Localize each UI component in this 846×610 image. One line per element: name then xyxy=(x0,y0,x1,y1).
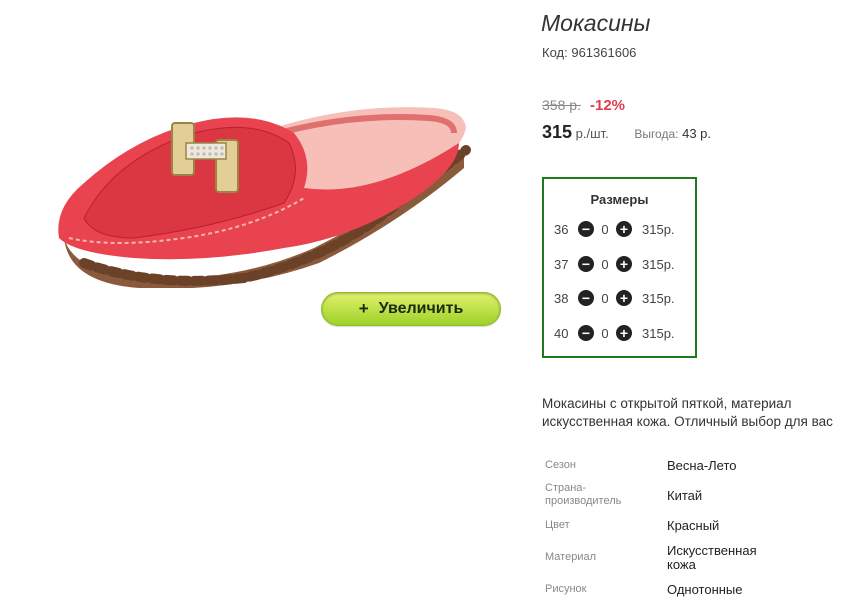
size-value: 40 xyxy=(554,325,569,341)
shoe-illustration xyxy=(58,107,471,289)
old-price: 358 р. xyxy=(542,97,581,113)
property-value: Весна-Лето xyxy=(667,458,737,473)
price-row: 315 р./шт. Выгода: 43 р. xyxy=(542,122,711,143)
product-code-label: Код: xyxy=(542,45,568,60)
minus-icon[interactable]: − xyxy=(578,325,594,341)
sizes-panel: Размеры 36 − 0 + 315р. 37 − 0 + 315р. 38… xyxy=(542,177,697,358)
minus-icon[interactable]: − xyxy=(578,290,594,306)
property-label: Материал xyxy=(545,551,596,563)
plus-icon[interactable]: + xyxy=(616,325,632,341)
property-value: Китай xyxy=(667,488,703,503)
quantity-value: 0 xyxy=(601,221,609,237)
size-price: 315р. xyxy=(642,221,675,237)
property-value: Однотонные xyxy=(667,582,743,597)
quantity-value: 0 xyxy=(601,325,609,341)
plus-icon[interactable]: + xyxy=(616,221,632,237)
size-value: 37 xyxy=(554,256,569,272)
size-row: 37 − 0 + 315р. xyxy=(554,254,675,274)
quantity-value: 0 xyxy=(601,290,609,306)
size-row: 38 − 0 + 315р. xyxy=(554,288,675,308)
property-value: Красный xyxy=(667,518,720,533)
property-label: Страна-производитель xyxy=(545,482,622,507)
current-price: 315 xyxy=(542,122,573,142)
property-value: Искусственная кожа xyxy=(667,543,757,572)
size-price: 315р. xyxy=(642,290,675,306)
product-image[interactable] xyxy=(54,88,474,289)
product-code: Код: 961361606 xyxy=(542,45,636,60)
zoom-button[interactable]: + Увеличить xyxy=(321,292,501,326)
price-unit: р./шт. xyxy=(575,126,609,141)
benefit-label: Выгода: xyxy=(634,127,679,141)
size-row: 36 − 0 + 315р. xyxy=(554,219,675,239)
product-code-value: 961361606 xyxy=(571,45,637,60)
property-label: Рисунок xyxy=(545,583,587,595)
size-value: 36 xyxy=(554,221,569,237)
size-value: 38 xyxy=(554,290,569,306)
quantity-value: 0 xyxy=(601,256,609,272)
size-price: 315р. xyxy=(642,325,675,341)
property-label: Сезон xyxy=(545,459,576,471)
plus-icon[interactable]: + xyxy=(616,290,632,306)
minus-icon[interactable]: − xyxy=(578,256,594,272)
discount-badge: -12% xyxy=(590,97,626,114)
size-row: 40 − 0 + 315р. xyxy=(554,323,675,343)
zoom-button-label: Увеличить xyxy=(378,300,464,317)
product-description: Мокасины с открытой пяткой, материал иск… xyxy=(542,396,833,429)
sizes-header: Размеры xyxy=(590,192,649,207)
property-label: Цвет xyxy=(545,519,570,531)
plus-icon[interactable]: + xyxy=(616,256,632,272)
benefit-value: 43 р. xyxy=(682,126,712,141)
plus-icon: + xyxy=(358,299,369,318)
product-title: Мокасины xyxy=(541,10,651,36)
size-price: 315р. xyxy=(642,256,675,272)
minus-icon[interactable]: − xyxy=(578,221,594,237)
